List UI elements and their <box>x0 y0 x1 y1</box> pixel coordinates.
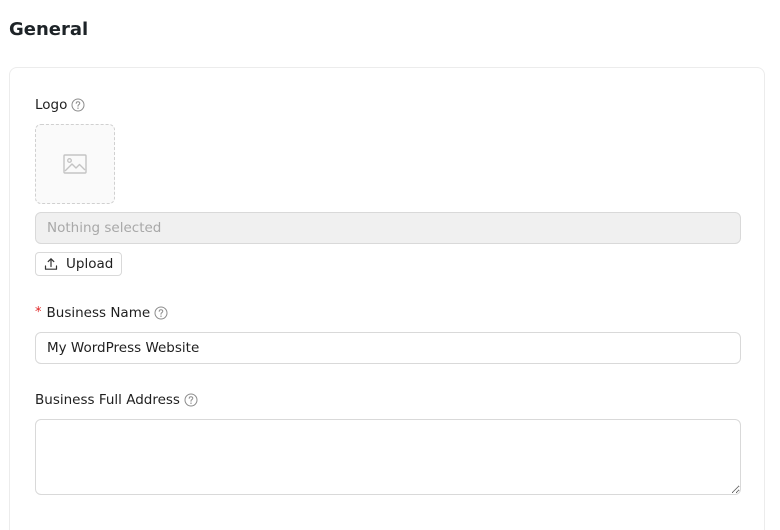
upload-button[interactable]: Upload <box>35 252 123 276</box>
logo-label-row: Logo <box>35 96 85 114</box>
logo-help-icon[interactable] <box>71 98 85 112</box>
business-address-label: Business Full Address <box>35 392 180 408</box>
business-name-label: Business Name <box>46 305 151 321</box>
logo-placeholder[interactable] <box>35 124 115 204</box>
business-address-help-icon[interactable] <box>184 393 198 407</box>
logo-label: Logo <box>35 97 68 113</box>
business-address-textarea[interactable] <box>35 419 741 495</box>
business-address-label-row: Business Full Address <box>35 391 198 409</box>
business-name-help-icon[interactable] <box>154 306 168 320</box>
upload-icon <box>44 257 58 271</box>
section-title: General <box>9 19 89 40</box>
business-name-input[interactable] <box>35 332 741 364</box>
settings-page: General Logo Nothing selected Upload * B… <box>0 0 780 530</box>
business-name-label-row: * Business Name <box>35 304 168 322</box>
general-settings-card: Logo Nothing selected Upload * Business … <box>9 67 765 530</box>
logo-file-display: Nothing selected <box>35 212 741 244</box>
image-icon <box>63 154 87 174</box>
required-mark: * <box>35 305 42 320</box>
upload-button-label: Upload <box>66 256 114 272</box>
